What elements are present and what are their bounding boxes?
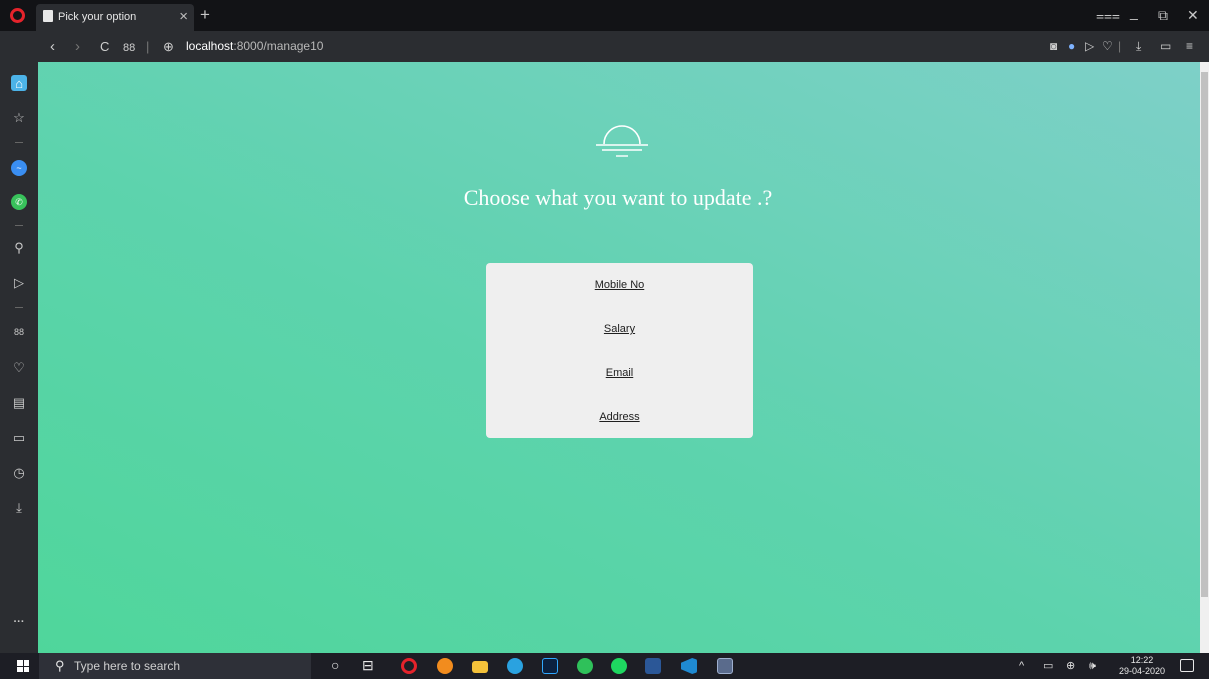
sunrise-icon: [596, 125, 648, 157]
more-icon[interactable]: ···: [11, 614, 27, 630]
spotify-taskbar-icon[interactable]: [611, 658, 627, 674]
option-address-link[interactable]: Address: [486, 411, 753, 423]
news-icon[interactable]: ▤: [11, 395, 27, 411]
easy-setup-icon[interactable]: ≡: [1186, 39, 1193, 54]
tab-title: Pick your option: [58, 11, 137, 23]
windows-taskbar: ⚲ Type here to search ○ ⊟ ^ ▭ ⊕ 🕪 12:22 …: [0, 653, 1209, 679]
download-icon[interactable]: ⤓: [1136, 39, 1141, 54]
back-button[interactable]: ‹: [50, 38, 55, 55]
file-explorer-taskbar-icon[interactable]: [472, 661, 488, 673]
option-salary-link[interactable]: Salary: [486, 323, 753, 335]
cortana-icon[interactable]: ○: [331, 657, 339, 674]
whatsapp-icon[interactable]: ✆: [11, 194, 27, 210]
option-email-link[interactable]: Email: [486, 367, 753, 379]
history-icon[interactable]: ◷: [11, 465, 27, 481]
firefox-taskbar-icon[interactable]: [437, 658, 453, 674]
tray-chevron-icon[interactable]: ^: [1019, 659, 1024, 673]
battery-icon[interactable]: ▭: [1043, 659, 1053, 673]
apps-icon[interactable]: 88: [11, 324, 27, 340]
page-scrollbar[interactable]: [1200, 62, 1209, 653]
scrollbar-thumb[interactable]: [1201, 72, 1208, 597]
whatsapp-taskbar-icon[interactable]: [577, 658, 593, 674]
snipping-tool-taskbar-icon[interactable]: [717, 658, 733, 674]
tab-menu-icon[interactable]: ⩶: [1096, 6, 1120, 24]
option-mobile-no-link[interactable]: Mobile No: [486, 279, 753, 291]
address-separator: |: [146, 39, 150, 54]
sidebar: ⌂ ☆ ~ ✆ ⚲ ▷ 88 ♡ ▤ ▭ ◷ ⤓ ···: [0, 62, 38, 653]
telegram-taskbar-icon[interactable]: [507, 658, 523, 674]
taskbar-search-box[interactable]: ⚲ Type here to search: [39, 653, 311, 679]
sidebar-divider: [15, 225, 23, 226]
opera-taskbar-icon[interactable]: [401, 658, 417, 674]
photoshop-taskbar-icon[interactable]: [542, 658, 558, 674]
clock-date: 29-04-2020: [1118, 666, 1166, 676]
search-icon: ⚲: [55, 658, 65, 673]
url-field[interactable]: localhost:8000/manage10: [186, 39, 323, 53]
heart-icon[interactable]: ♡: [11, 360, 27, 376]
clock-time: 12:22: [1130, 655, 1154, 665]
address-icons-divider: |: [1118, 39, 1122, 53]
minimize-button[interactable]: _: [1130, 3, 1138, 21]
vpn-icon[interactable]: ●: [1068, 39, 1075, 54]
word-taskbar-icon[interactable]: [645, 658, 661, 674]
browser-tab-strip: Pick your option × + ⩶ _ ⧉ ✕: [0, 0, 1209, 31]
close-window-button[interactable]: ✕: [1187, 6, 1199, 24]
taskbar-search-placeholder: Type here to search: [74, 659, 181, 673]
page-heading: Choose what you want to update .?: [463, 185, 773, 210]
snapshot-icon[interactable]: ◙: [1050, 39, 1057, 54]
browser-tab[interactable]: Pick your option ×: [36, 4, 194, 31]
restore-button[interactable]: ⧉: [1158, 6, 1168, 24]
network-icon[interactable]: ⊕: [1066, 659, 1075, 673]
document-icon: [43, 10, 53, 22]
taskbar-clock[interactable]: 12:22 29-04-2020: [1117, 655, 1167, 677]
url-path: :8000/manage10: [233, 39, 324, 53]
volume-icon[interactable]: 🕪: [1089, 659, 1096, 673]
opera-logo-icon[interactable]: [10, 8, 25, 23]
home-icon[interactable]: ⌂: [11, 75, 27, 91]
vscode-taskbar-icon[interactable]: [681, 658, 697, 674]
heart-icon[interactable]: ♡: [1102, 39, 1113, 54]
download-icon[interactable]: ⤓: [11, 500, 27, 516]
address-bar: ‹ › C 88 | ⊕ localhost:8000/manage10 ◙ ●…: [0, 31, 1209, 62]
url-host: localhost: [186, 39, 234, 53]
reload-button[interactable]: C: [100, 38, 109, 55]
site-info-icon[interactable]: ⊕: [163, 38, 174, 55]
search-icon[interactable]: ⚲: [11, 240, 27, 256]
star-icon[interactable]: ☆: [11, 110, 27, 126]
send-icon[interactable]: ▷: [11, 275, 27, 291]
send-icon[interactable]: ▷: [1085, 39, 1094, 54]
start-windows-icon[interactable]: [17, 660, 29, 672]
page-content: Choose what you want to update .? Mobile…: [38, 62, 1200, 653]
sidebar-divider: [15, 142, 23, 143]
forward-button[interactable]: ›: [75, 38, 80, 55]
options-card: Mobile No Salary Email Address: [486, 263, 753, 438]
screen: Pick your option × + ⩶ _ ⧉ ✕ ‹ › C 88 | …: [0, 0, 1209, 679]
battery-saver-icon[interactable]: ▭: [1160, 39, 1171, 54]
messenger-icon[interactable]: ~: [11, 160, 27, 176]
notification-center-icon[interactable]: [1180, 659, 1194, 672]
new-tab-button[interactable]: +: [200, 6, 210, 24]
close-tab-icon[interactable]: ×: [179, 8, 188, 25]
sidebar-divider: [15, 307, 23, 308]
task-view-icon[interactable]: ⊟: [362, 657, 374, 674]
display-icon[interactable]: ▭: [11, 430, 27, 446]
speed-dial-icon[interactable]: 88: [123, 40, 135, 57]
